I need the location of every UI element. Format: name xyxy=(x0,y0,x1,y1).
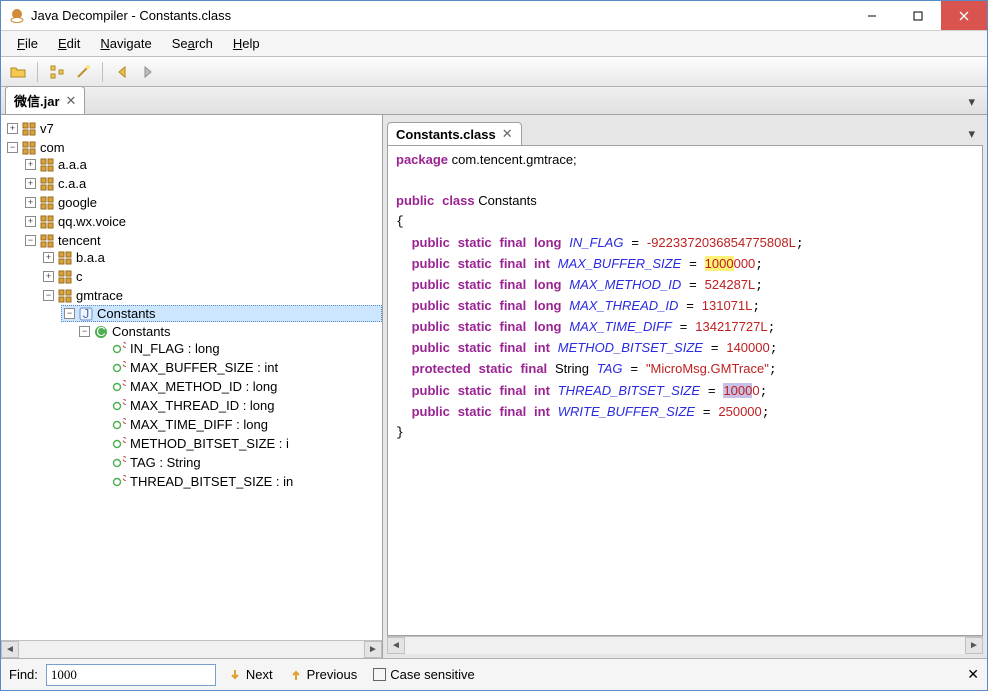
field-icon: S xyxy=(112,342,126,356)
tree-node[interactable]: +google xyxy=(25,195,382,210)
down-arrow-icon xyxy=(228,668,242,682)
close-icon[interactable]: ✕ xyxy=(66,93,77,109)
toolbar xyxy=(1,57,987,87)
toolbar-separator xyxy=(37,62,38,82)
class-icon: C xyxy=(94,325,108,339)
svg-text:S: S xyxy=(122,380,126,389)
field-icon: S xyxy=(112,475,126,489)
close-button[interactable] xyxy=(941,1,987,30)
svg-text:S: S xyxy=(122,342,126,351)
tree-field[interactable]: SMETHOD_BITSET_SIZE : i xyxy=(97,436,382,451)
scroll-right-icon[interactable]: ► xyxy=(965,637,983,654)
field-icon: S xyxy=(112,418,126,432)
find-label: Find: xyxy=(9,667,38,682)
tab-overflow-icon[interactable]: ▾ xyxy=(960,90,983,114)
tree-field[interactable]: STAG : String xyxy=(97,455,382,470)
find-bar: Find: Next Previous Case sensitive ✕ xyxy=(1,658,987,690)
menu-search[interactable]: Search xyxy=(162,33,223,54)
find-prev-button[interactable]: Previous xyxy=(285,665,362,684)
tree-field[interactable]: SIN_FLAG : long xyxy=(97,341,382,356)
scroll-left-icon[interactable]: ◄ xyxy=(387,637,405,654)
workspace: +v7 −com +a.a.a +c.a.a +google +qq.wx.vo… xyxy=(1,115,987,658)
package-tree[interactable]: +v7 −com +a.a.a +c.a.a +google +qq.wx.vo… xyxy=(1,115,382,640)
svg-text:C: C xyxy=(96,325,105,339)
svg-text:S: S xyxy=(122,456,126,465)
field-icon: S xyxy=(112,437,126,451)
tree-node-v7[interactable]: +v7 xyxy=(7,121,382,136)
tree-node-constants-class[interactable]: −CConstants xyxy=(79,324,382,339)
case-sensitive-toggle[interactable]: Case sensitive xyxy=(369,665,479,684)
tree-node-tencent[interactable]: −tencent xyxy=(25,233,382,248)
field-icon: S xyxy=(112,361,126,375)
menu-navigate[interactable]: Navigate xyxy=(90,33,161,54)
wand-icon[interactable] xyxy=(72,61,94,83)
field-icon: S xyxy=(112,380,126,394)
tree-h-scrollbar[interactable]: ◄ ► xyxy=(1,640,382,658)
tree-node[interactable]: +c.a.a xyxy=(25,176,382,191)
titlebar: Java Decompiler - Constants.class xyxy=(1,1,987,31)
svg-text:S: S xyxy=(122,475,126,484)
scroll-left-icon[interactable]: ◄ xyxy=(1,641,19,658)
field-icon: S xyxy=(112,456,126,470)
open-icon[interactable] xyxy=(7,61,29,83)
tree-node[interactable]: +c xyxy=(43,269,382,284)
menubar: File Edit Navigate Search Help xyxy=(1,31,987,57)
tree-field[interactable]: SMAX_TIME_DIFF : long xyxy=(97,417,382,432)
close-icon[interactable]: ✕ xyxy=(502,126,513,142)
maximize-button[interactable] xyxy=(895,1,941,30)
svg-text:S: S xyxy=(122,399,126,408)
tree-field[interactable]: SMAX_BUFFER_SIZE : int xyxy=(97,360,382,375)
editor-tab-bar: Constants.class ✕ ▾ xyxy=(387,119,983,145)
tree-field[interactable]: SMAX_METHOD_ID : long xyxy=(97,379,382,394)
tree-node[interactable]: +a.a.a xyxy=(25,157,382,172)
find-next-button[interactable]: Next xyxy=(224,665,277,684)
tab-label: Constants.class xyxy=(396,127,496,142)
tab-constants-class[interactable]: Constants.class ✕ xyxy=(387,122,522,145)
forward-icon[interactable] xyxy=(137,61,159,83)
tab-overflow-icon[interactable]: ▾ xyxy=(960,123,983,145)
window-title: Java Decompiler - Constants.class xyxy=(31,8,849,23)
app-icon xyxy=(9,8,25,24)
up-arrow-icon xyxy=(289,668,303,682)
tree-field[interactable]: STHREAD_BITSET_SIZE : in xyxy=(97,474,382,489)
document-tab-bar: 微信.jar ✕ ▾ xyxy=(1,87,987,115)
field-icon: S xyxy=(112,399,126,413)
back-icon[interactable] xyxy=(111,61,133,83)
checkbox-icon xyxy=(373,668,386,681)
menu-edit[interactable]: Edit xyxy=(48,33,90,54)
editor-h-scrollbar[interactable]: ◄ ► xyxy=(387,636,983,654)
code-editor[interactable]: package com.tencent.gmtrace; public clas… xyxy=(387,145,983,636)
minimize-button[interactable] xyxy=(849,1,895,30)
svg-text:S: S xyxy=(122,437,126,446)
tree-icon[interactable] xyxy=(46,61,68,83)
menu-help[interactable]: Help xyxy=(223,33,270,54)
toolbar-separator xyxy=(102,62,103,82)
java-file-icon: J xyxy=(79,307,93,321)
package-explorer: +v7 −com +a.a.a +c.a.a +google +qq.wx.vo… xyxy=(1,115,383,658)
tree-field[interactable]: SMAX_THREAD_ID : long xyxy=(97,398,382,413)
svg-text:J: J xyxy=(83,307,90,321)
svg-text:S: S xyxy=(122,418,126,427)
close-find-icon[interactable]: ✕ xyxy=(967,666,979,683)
menu-file[interactable]: File xyxy=(7,33,48,54)
svg-text:S: S xyxy=(122,361,126,370)
tab-label: 微信.jar xyxy=(14,91,60,110)
scroll-right-icon[interactable]: ► xyxy=(364,641,382,658)
find-input[interactable] xyxy=(46,664,216,686)
tree-node-com[interactable]: −com xyxy=(7,140,382,155)
editor-pane: Constants.class ✕ ▾ package com.tencent.… xyxy=(383,115,987,658)
tree-node-constants-file[interactable]: −JConstants xyxy=(61,305,382,322)
tree-node-gmtrace[interactable]: −gmtrace xyxy=(43,288,382,303)
tree-node[interactable]: +b.a.a xyxy=(43,250,382,265)
tree-node[interactable]: +qq.wx.voice xyxy=(25,214,382,229)
tab-jar[interactable]: 微信.jar ✕ xyxy=(5,86,85,114)
